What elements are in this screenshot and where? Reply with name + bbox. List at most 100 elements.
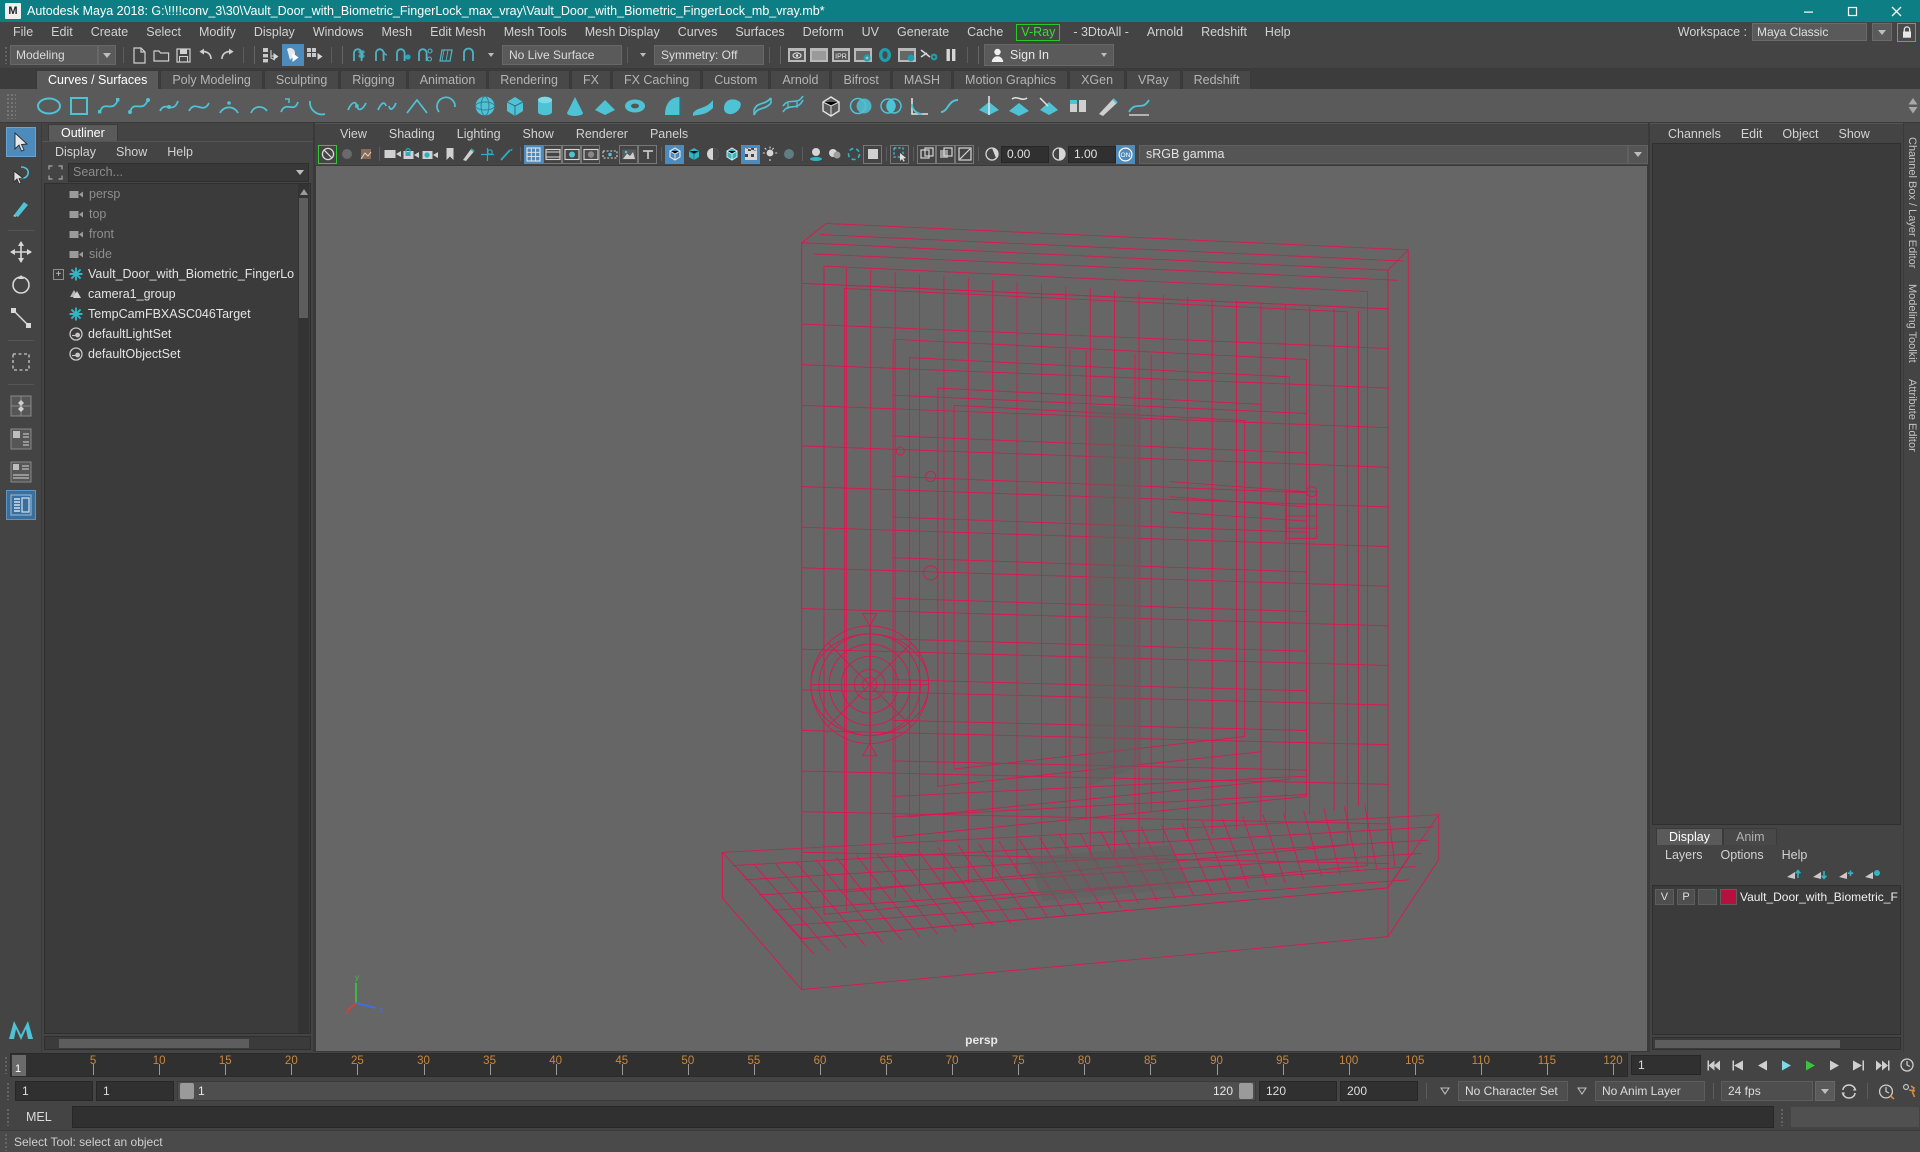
nurbs-cone-icon[interactable] bbox=[560, 91, 590, 121]
last-tool-used-icon[interactable] bbox=[6, 347, 36, 377]
lasso-tool-icon[interactable] bbox=[6, 160, 36, 190]
detach-curves-icon[interactable] bbox=[372, 91, 402, 121]
menu-vray[interactable]: V-Ray bbox=[1016, 23, 1061, 41]
workspace-select[interactable]: Maya Classic bbox=[1752, 23, 1867, 41]
layer-horizontal-scrollbar[interactable] bbox=[1652, 1037, 1901, 1050]
film-gate-icon[interactable] bbox=[543, 144, 562, 164]
vtab-attribute-editor[interactable]: Attribute Editor bbox=[1906, 371, 1918, 460]
layer-list[interactable]: V P Vault_Door_with_Biometric_Fi bbox=[1652, 885, 1901, 1035]
make-live-chevron-down-icon[interactable] bbox=[480, 44, 502, 66]
planar-icon[interactable] bbox=[718, 91, 748, 121]
boolean-intersection-icon[interactable] bbox=[876, 91, 906, 121]
shelf-tab-animation[interactable]: Animation bbox=[407, 70, 488, 89]
step-forward-keyframe-icon[interactable] bbox=[1848, 1055, 1869, 1076]
search-chevron-down-icon[interactable] bbox=[296, 169, 304, 175]
shelf-tab-curves-surfaces[interactable]: Curves / Surfaces bbox=[36, 70, 160, 89]
lock-camera-icon[interactable] bbox=[402, 145, 421, 164]
menu-help[interactable]: Help bbox=[1256, 22, 1300, 42]
loft-icon[interactable] bbox=[688, 91, 718, 121]
wireframe-shading-icon[interactable] bbox=[665, 144, 684, 164]
layer-tab-anim[interactable]: Anim bbox=[1723, 828, 1778, 845]
shelf-tab-custom[interactable]: Custom bbox=[702, 70, 770, 89]
layer-state-toggle[interactable] bbox=[1698, 888, 1718, 905]
fps-select[interactable]: 24 fps bbox=[1721, 1081, 1813, 1101]
layer-tab-display[interactable]: Display bbox=[1656, 828, 1723, 845]
channelbox-body[interactable] bbox=[1652, 143, 1901, 825]
layer-row[interactable]: V P Vault_Door_with_Biometric_Fi bbox=[1655, 888, 1898, 905]
open-close-curves-icon[interactable] bbox=[432, 91, 462, 121]
render-setup-icon[interactable] bbox=[918, 44, 940, 66]
hypershade-icon[interactable] bbox=[874, 44, 896, 66]
render-settings-icon[interactable] bbox=[852, 44, 874, 66]
isolate-select-icon[interactable] bbox=[890, 144, 909, 164]
symmetry-field[interactable]: Symmetry: Off bbox=[654, 45, 764, 65]
layer-menu-help[interactable]: Help bbox=[1773, 848, 1817, 862]
outliner-item-defaultlightset[interactable]: defaultLightSet bbox=[45, 324, 310, 344]
expand-icon[interactable]: + bbox=[53, 268, 64, 280]
menu-curves[interactable]: Curves bbox=[669, 22, 727, 42]
trim-tool-icon[interactable] bbox=[1034, 91, 1064, 121]
color-management-toggle-icon[interactable]: ON bbox=[1116, 144, 1135, 164]
color-management-select[interactable]: sRGB gamma bbox=[1139, 144, 1628, 164]
time-slider-grip[interactable] bbox=[2, 1054, 10, 1076]
outliner-item-vault-door[interactable]: + Vault_Door_with_Biometric_FingerLo bbox=[45, 264, 310, 284]
layer-menu-layers[interactable]: Layers bbox=[1656, 848, 1712, 862]
motion-blur-icon[interactable] bbox=[844, 145, 863, 164]
layer-color-swatch[interactable] bbox=[1720, 888, 1737, 905]
exposure-icon[interactable] bbox=[982, 145, 1001, 164]
menu-redshift[interactable]: Redshift bbox=[1192, 22, 1256, 42]
outliner-item-tempcam[interactable]: TempCamFBXASC046Target bbox=[45, 304, 310, 324]
animation-start-time-field[interactable]: 1 bbox=[15, 1081, 93, 1101]
animation-end-time-field[interactable]: 200 bbox=[1340, 1081, 1418, 1101]
shadows-icon[interactable] bbox=[806, 145, 825, 164]
grease-pencil-icon[interactable] bbox=[459, 145, 478, 164]
range-bar[interactable]: 1 120 bbox=[177, 1081, 1256, 1101]
nurbs-sphere-icon[interactable] bbox=[470, 91, 500, 121]
menu-surfaces[interactable]: Surfaces bbox=[726, 22, 793, 42]
grid-toggle-icon[interactable] bbox=[524, 144, 543, 164]
save-scene-icon[interactable] bbox=[172, 44, 194, 66]
play-backwards-icon[interactable] bbox=[1776, 1055, 1797, 1076]
shelf-tab-bifrost[interactable]: Bifrost bbox=[831, 70, 891, 89]
manipulator-icon[interactable] bbox=[478, 145, 497, 164]
playback-start-time-field[interactable]: 1 bbox=[96, 1081, 174, 1101]
shelf-tab-fx-caching[interactable]: FX Caching bbox=[611, 70, 702, 89]
extrude-icon[interactable] bbox=[748, 91, 778, 121]
shelf-tab-arnold[interactable]: Arnold bbox=[770, 70, 831, 89]
scrollbar-thumb[interactable] bbox=[59, 1039, 249, 1048]
play-forwards-icon[interactable] bbox=[1800, 1055, 1821, 1076]
outliner-layout-icon[interactable] bbox=[5, 490, 36, 520]
menu-arnold[interactable]: Arnold bbox=[1138, 22, 1192, 42]
menuset-chevron-down-icon[interactable] bbox=[98, 45, 116, 65]
menu-deform[interactable]: Deform bbox=[794, 22, 853, 42]
select-set-icon[interactable] bbox=[46, 163, 64, 181]
move-tool-icon[interactable] bbox=[6, 237, 36, 267]
command-line-grip[interactable] bbox=[4, 1106, 12, 1128]
outliner-item-defaultobjectset[interactable]: defaultObjectSet bbox=[45, 344, 310, 364]
xray-active-components-icon[interactable] bbox=[955, 144, 974, 164]
shelf-grip[interactable] bbox=[6, 93, 16, 119]
two-pane-layout-icon[interactable] bbox=[6, 424, 36, 454]
range-slider-grip[interactable] bbox=[4, 1080, 12, 1102]
arc-two-point-icon[interactable] bbox=[244, 91, 274, 121]
bookmark-view-icon[interactable] bbox=[337, 145, 356, 164]
menu-mesh[interactable]: Mesh bbox=[373, 22, 422, 42]
camera-attributes-icon[interactable] bbox=[383, 145, 402, 164]
outliner-item-camera1-group[interactable]: camera1_group bbox=[45, 284, 310, 304]
outliner-item-front[interactable]: front bbox=[45, 224, 310, 244]
shelf-scroll-controls[interactable] bbox=[1908, 89, 1918, 123]
select-by-component-icon[interactable] bbox=[304, 44, 326, 66]
use-default-lighting-icon[interactable] bbox=[760, 145, 779, 164]
vtab-modeling-toolkit[interactable]: Modeling Toolkit bbox=[1906, 276, 1918, 371]
bezier-curve-tool-icon[interactable] bbox=[154, 91, 184, 121]
intersect-surfaces-icon[interactable] bbox=[974, 91, 1004, 121]
snap-to-point-icon[interactable] bbox=[392, 44, 414, 66]
sign-in-button[interactable]: Sign In bbox=[984, 44, 1114, 66]
redo-icon[interactable] bbox=[216, 44, 238, 66]
shelf-tab-mash[interactable]: MASH bbox=[891, 70, 953, 89]
measure-icon[interactable] bbox=[497, 145, 516, 164]
close-button[interactable] bbox=[1874, 0, 1918, 22]
menu-create[interactable]: Create bbox=[82, 22, 138, 42]
select-by-hierarchy-icon[interactable] bbox=[260, 44, 282, 66]
menu-select[interactable]: Select bbox=[137, 22, 190, 42]
